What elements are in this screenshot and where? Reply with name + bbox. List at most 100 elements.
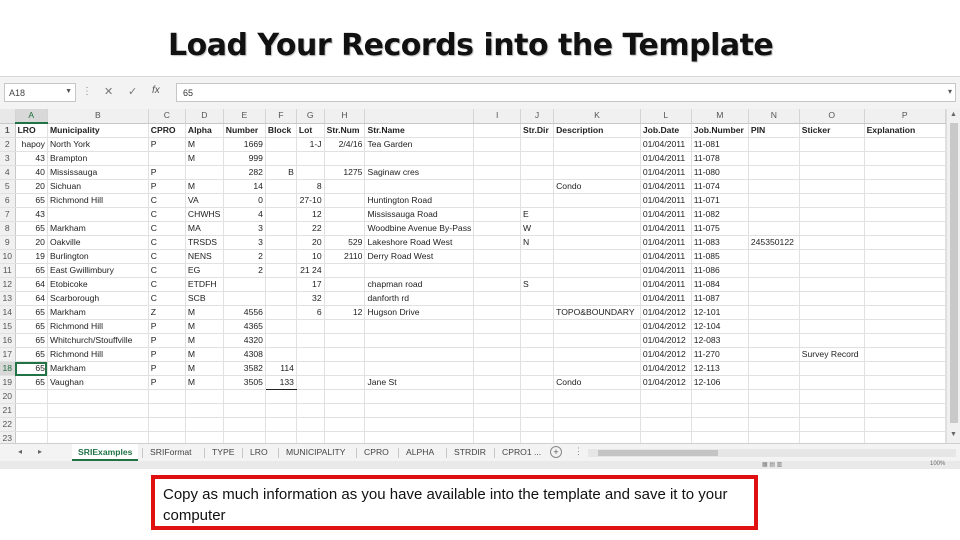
- cell[interactable]: [473, 361, 521, 376]
- cell[interactable]: [799, 361, 865, 376]
- cell[interactable]: 1669: [223, 137, 266, 152]
- cell[interactable]: [185, 431, 224, 443]
- cell[interactable]: hapoy: [15, 137, 48, 152]
- cell[interactable]: 01/04/2011: [640, 193, 692, 208]
- cell[interactable]: [520, 347, 555, 362]
- cell[interactable]: [265, 193, 297, 208]
- cell[interactable]: 11-080: [691, 165, 749, 180]
- scroll-down-icon[interactable]: ▼: [950, 431, 957, 438]
- row-header[interactable]: 8: [0, 221, 16, 236]
- cell[interactable]: [520, 263, 555, 278]
- cell[interactable]: [324, 291, 366, 306]
- cell[interactable]: [47, 403, 149, 418]
- sheet-tab-cpro1[interactable]: CPRO1 ...: [496, 444, 547, 461]
- cell[interactable]: 2110: [324, 249, 366, 264]
- row-header[interactable]: 19: [0, 375, 16, 390]
- cell[interactable]: [691, 431, 749, 443]
- cell[interactable]: [553, 389, 641, 404]
- cell[interactable]: Str.Dir: [520, 123, 555, 138]
- column-header-c[interactable]: C: [148, 109, 186, 124]
- cell[interactable]: [15, 431, 48, 443]
- column-header-h[interactable]: H: [324, 109, 366, 124]
- row-header[interactable]: 5: [0, 179, 16, 194]
- cell[interactable]: [864, 263, 946, 278]
- cell[interactable]: Sticker: [799, 123, 865, 138]
- cell[interactable]: [473, 123, 521, 138]
- cell[interactable]: 245350122: [748, 235, 800, 250]
- cell[interactable]: 65: [15, 361, 48, 376]
- cell[interactable]: S: [520, 277, 555, 292]
- cell[interactable]: [799, 221, 865, 236]
- cell[interactable]: 3582: [223, 361, 266, 376]
- cell[interactable]: 14: [223, 179, 266, 194]
- cell[interactable]: [640, 403, 692, 418]
- row-header[interactable]: 22: [0, 417, 16, 432]
- cell[interactable]: [47, 431, 149, 443]
- cell[interactable]: [864, 193, 946, 208]
- cell[interactable]: [265, 263, 297, 278]
- horizontal-scroll-thumb[interactable]: [598, 450, 718, 456]
- cell[interactable]: 999: [223, 151, 266, 166]
- cell[interactable]: 11-071: [691, 193, 749, 208]
- column-header-k[interactable]: K: [553, 109, 641, 124]
- cell[interactable]: [799, 263, 865, 278]
- cell[interactable]: 64: [15, 291, 48, 306]
- cell[interactable]: [324, 263, 366, 278]
- cell[interactable]: [553, 319, 641, 334]
- cell[interactable]: Description: [553, 123, 641, 138]
- cell[interactable]: 01/04/2011: [640, 249, 692, 264]
- cell[interactable]: Mississauga: [47, 165, 149, 180]
- cell[interactable]: [553, 417, 641, 432]
- cell[interactable]: Scarborough: [47, 291, 149, 306]
- cell[interactable]: Block: [265, 123, 297, 138]
- cell[interactable]: [640, 417, 692, 432]
- cell[interactable]: 65: [15, 221, 48, 236]
- cell[interactable]: [473, 277, 521, 292]
- zoom-level[interactable]: 100%: [930, 461, 945, 467]
- cell[interactable]: TOPO&BOUNDARY: [553, 305, 641, 320]
- row-header[interactable]: 9: [0, 235, 16, 250]
- cell[interactable]: 4320: [223, 333, 266, 348]
- column-header-p[interactable]: P: [864, 109, 946, 124]
- vertical-scrollbar[interactable]: ▲ ▼: [946, 109, 960, 443]
- tab-next-icon[interactable]: ▸: [38, 447, 42, 456]
- cell[interactable]: 12: [296, 207, 325, 222]
- cell[interactable]: [748, 179, 800, 194]
- row-header[interactable]: 6: [0, 193, 16, 208]
- cell[interactable]: N: [520, 235, 555, 250]
- cell[interactable]: [364, 403, 475, 418]
- cell[interactable]: 0: [223, 193, 266, 208]
- cell[interactable]: [265, 347, 297, 362]
- cell[interactable]: [864, 179, 946, 194]
- cell[interactable]: [473, 319, 521, 334]
- row-header[interactable]: 15: [0, 319, 16, 334]
- cell[interactable]: [324, 403, 366, 418]
- cell[interactable]: [185, 403, 224, 418]
- sheet-tab-strdir[interactable]: STRDIR: [448, 444, 492, 461]
- column-header-i[interactable]: I: [473, 109, 521, 124]
- cell[interactable]: [185, 165, 224, 180]
- cell[interactable]: NENS: [185, 249, 224, 264]
- cell[interactable]: [799, 277, 865, 292]
- cell[interactable]: PIN: [748, 123, 800, 138]
- cell[interactable]: ETDFH: [185, 277, 224, 292]
- cell[interactable]: C: [148, 291, 186, 306]
- cell[interactable]: 65: [15, 347, 48, 362]
- cell[interactable]: 65: [15, 375, 48, 390]
- cell[interactable]: [223, 277, 266, 292]
- cell[interactable]: Condo: [553, 375, 641, 390]
- check-icon[interactable]: ✓: [128, 85, 137, 98]
- cancel-icon[interactable]: ✕: [104, 85, 113, 98]
- cell[interactable]: 12-104: [691, 319, 749, 334]
- cell[interactable]: 11-087: [691, 291, 749, 306]
- cell[interactable]: [364, 389, 475, 404]
- cell[interactable]: Vaughan: [47, 375, 149, 390]
- cell[interactable]: [223, 417, 266, 432]
- cell[interactable]: [748, 207, 800, 222]
- cell[interactable]: C: [148, 235, 186, 250]
- cell[interactable]: [296, 165, 325, 180]
- cell[interactable]: 11-086: [691, 263, 749, 278]
- cell[interactable]: [799, 235, 865, 250]
- cell[interactable]: 8: [296, 179, 325, 194]
- cell[interactable]: [296, 347, 325, 362]
